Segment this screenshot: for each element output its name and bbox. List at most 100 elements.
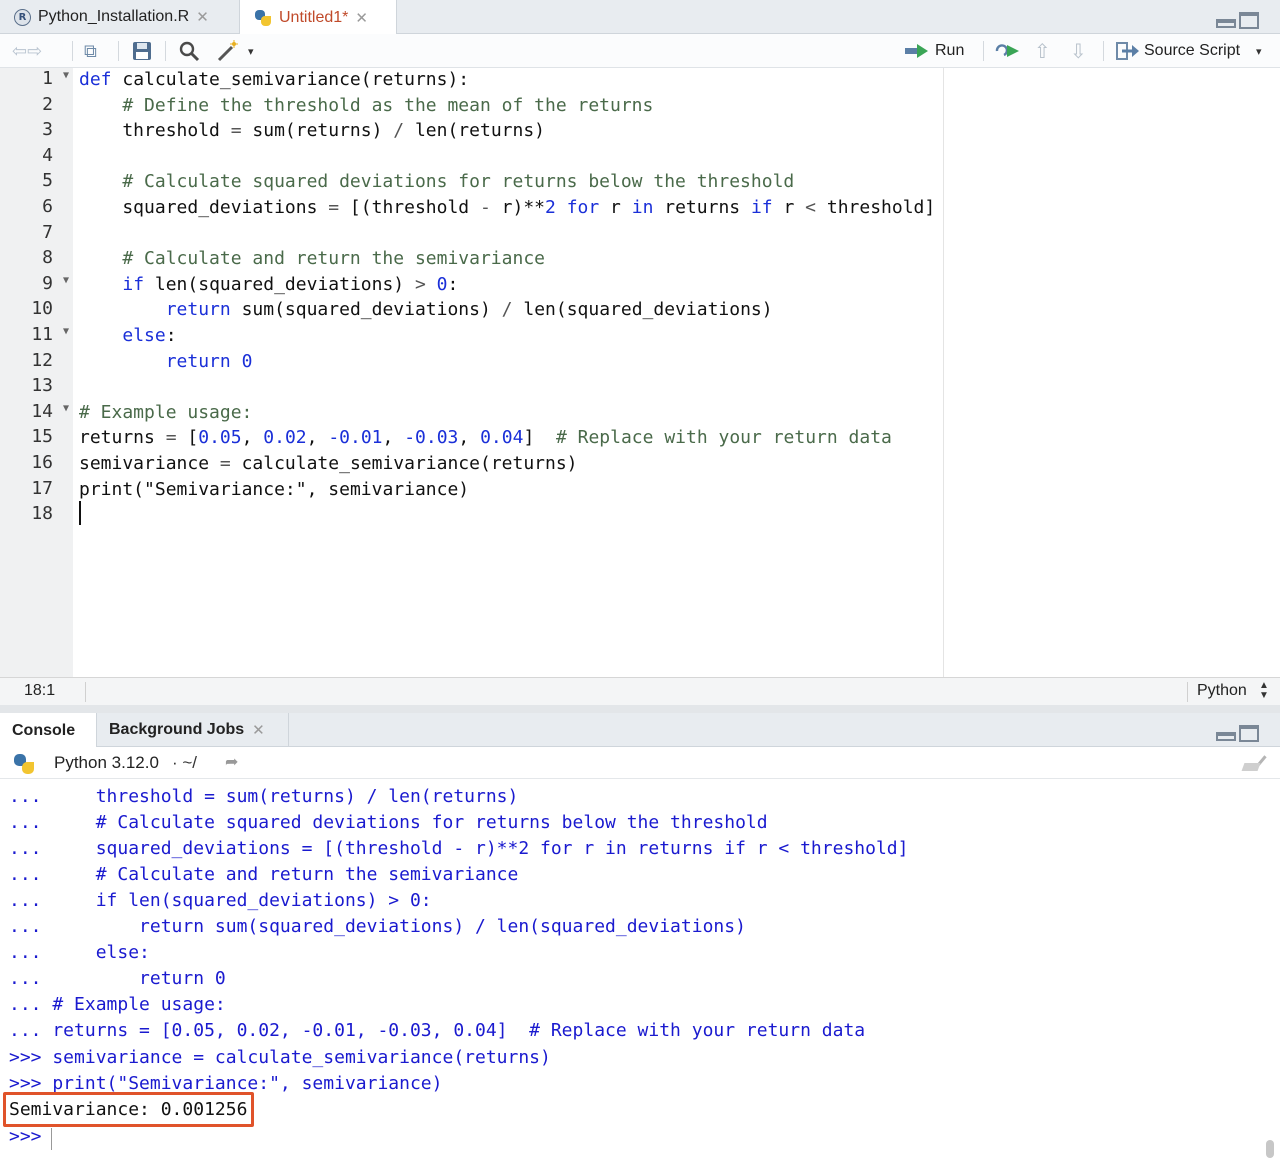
working-directory: · ~/ bbox=[172, 753, 198, 772]
code-line: semivariance = calculate_semivariance(re… bbox=[79, 453, 578, 474]
save-icon bbox=[133, 42, 151, 60]
pane-window-controls bbox=[1216, 725, 1259, 742]
rerun-icon bbox=[995, 44, 1019, 57]
tab-background-jobs[interactable]: Background Jobs ✕ bbox=[97, 713, 289, 747]
code-tools-button[interactable]: ▾ bbox=[216, 34, 254, 68]
run-button[interactable]: Run bbox=[905, 34, 964, 68]
console-line: ... if len(squared_deviations) > 0: bbox=[9, 890, 432, 911]
fold-toggle-icon[interactable]: ▼ bbox=[63, 275, 69, 286]
source-editor-pane: R Python_Installation.R ✕ Untitled1* ✕ ⇦… bbox=[0, 0, 1280, 705]
rerun-button[interactable] bbox=[995, 34, 1021, 68]
close-icon[interactable]: ✕ bbox=[252, 721, 265, 739]
close-icon[interactable]: ✕ bbox=[196, 8, 209, 26]
pane-window-controls bbox=[1216, 12, 1259, 29]
print-margin bbox=[943, 68, 944, 677]
line-number: 9 ▼ bbox=[0, 273, 73, 299]
editor-tab-bar: R Python_Installation.R ✕ Untitled1* ✕ bbox=[0, 0, 1280, 35]
tab-python-installation-r[interactable]: R Python_Installation.R ✕ bbox=[0, 0, 240, 34]
tab-label: Console bbox=[12, 721, 76, 739]
maximize-pane-icon[interactable] bbox=[1239, 12, 1259, 29]
line-number-text: 17 bbox=[31, 477, 53, 499]
tab-label: Untitled1* bbox=[279, 8, 349, 26]
code-line: print("Semivariance:", semivariance) bbox=[79, 478, 470, 500]
go-up-icon[interactable]: ⇧ bbox=[1034, 34, 1051, 68]
line-number: 7 bbox=[0, 222, 73, 248]
line-number: 13 bbox=[0, 375, 73, 401]
tab-label: Python_Installation.R bbox=[38, 8, 190, 25]
code-line: threshold = sum(returns) / len(returns) bbox=[79, 120, 546, 142]
line-number: 11 ▼ bbox=[0, 324, 73, 350]
code-line: squared_deviations = [(threshold - r)**2… bbox=[79, 197, 936, 218]
result-highlight-box bbox=[3, 1092, 254, 1127]
line-number: 18 bbox=[0, 503, 73, 529]
magic-wand-icon bbox=[217, 40, 238, 62]
line-number: 1 ▼ bbox=[0, 68, 73, 94]
console-line: ... threshold = sum(returns) / len(retur… bbox=[9, 786, 519, 807]
line-number-text: 8 bbox=[42, 247, 53, 269]
line-number-text: 1 bbox=[42, 68, 53, 89]
pane-splitter[interactable] bbox=[0, 705, 1280, 713]
line-number: 5 bbox=[0, 170, 73, 196]
chevron-updown-icon[interactable]: ▲ ▼ bbox=[1259, 681, 1269, 701]
code-line: return sum(squared_deviations) / len(squ… bbox=[165, 299, 773, 321]
line-number: 4 bbox=[0, 145, 73, 171]
console-info-bar: Python 3.12.0 · ~/ ➦ bbox=[0, 747, 1280, 779]
python-icon bbox=[13, 753, 35, 775]
save-button[interactable] bbox=[132, 34, 152, 68]
run-label: Run bbox=[935, 42, 965, 59]
cursor-position[interactable]: 18:1 bbox=[24, 682, 55, 700]
chevron-down-icon[interactable]: ▾ bbox=[1256, 45, 1262, 58]
show-in-window-icon[interactable]: ⧉ bbox=[84, 34, 97, 68]
line-number: 15 bbox=[0, 426, 73, 452]
line-number: 6 bbox=[0, 196, 73, 222]
code-line: def calculate_semivariance(returns): bbox=[79, 69, 470, 90]
code-line: if len(squared_deviations) > 0: bbox=[122, 273, 459, 295]
code-line: # Calculate squared deviations for retur… bbox=[79, 171, 795, 193]
minimize-pane-icon[interactable] bbox=[1216, 19, 1236, 28]
text-cursor bbox=[79, 501, 81, 525]
line-number-text: 15 bbox=[31, 426, 53, 448]
console-line: ... return sum(squared_deviations) / len… bbox=[9, 916, 746, 937]
go-down-icon[interactable]: ⇩ bbox=[1070, 34, 1087, 68]
code-line: # Calculate and return the semivariance bbox=[79, 248, 545, 270]
line-number-text: 9 bbox=[42, 272, 53, 294]
source-icon bbox=[1116, 42, 1139, 60]
code-line: else: bbox=[122, 325, 177, 346]
console-scrollbar[interactable] bbox=[1266, 1140, 1274, 1158]
language-selector[interactable]: Python bbox=[1197, 682, 1247, 700]
interpreter-version: Python 3.12.0 bbox=[54, 753, 159, 772]
line-number: 12 bbox=[0, 350, 73, 376]
console-line: ... else: bbox=[9, 942, 150, 963]
minimize-pane-icon[interactable] bbox=[1216, 732, 1236, 741]
clear-console-icon[interactable] bbox=[1241, 753, 1269, 773]
tab-label: Background Jobs bbox=[109, 721, 245, 738]
r-file-icon: R bbox=[14, 8, 31, 26]
code-line: # Example usage: bbox=[79, 401, 253, 423]
source-script-button[interactable]: Source Script ▾ bbox=[1116, 34, 1262, 68]
back-forward-icon[interactable]: ⇦⇨ bbox=[12, 34, 42, 68]
console-cursor bbox=[51, 1128, 52, 1150]
fold-toggle-icon[interactable]: ▼ bbox=[63, 70, 69, 81]
line-number: 14 ▼ bbox=[0, 401, 73, 427]
line-number: 16 bbox=[0, 452, 73, 478]
console-line: ... # Calculate and return the semivaria… bbox=[9, 864, 519, 885]
line-number-text: 6 bbox=[42, 196, 53, 217]
tab-untitled1[interactable]: Untitled1* ✕ bbox=[240, 0, 397, 35]
close-icon[interactable]: ✕ bbox=[355, 9, 368, 27]
line-number-text: 14 bbox=[31, 400, 53, 422]
tab-console[interactable]: Console bbox=[0, 713, 97, 748]
go-to-directory-icon[interactable]: ➦ bbox=[225, 752, 238, 772]
line-number: 3 bbox=[0, 119, 73, 145]
line-number-text: 11 bbox=[31, 324, 53, 345]
console-line: ... squared_deviations = [(threshold - r… bbox=[9, 838, 909, 859]
maximize-pane-icon[interactable] bbox=[1239, 725, 1259, 742]
fold-toggle-icon[interactable]: ▼ bbox=[63, 403, 69, 414]
line-number-text: 5 bbox=[42, 170, 53, 192]
console-prompt[interactable]: >>> bbox=[9, 1124, 42, 1150]
line-number-text: 10 bbox=[31, 298, 53, 320]
code-editor-area[interactable] bbox=[73, 68, 1280, 677]
fold-toggle-icon[interactable]: ▼ bbox=[63, 326, 69, 337]
find-button[interactable] bbox=[178, 34, 200, 68]
line-number-text: 13 bbox=[31, 375, 53, 397]
code-line: returns = [0.05, 0.02, -0.01, -0.03, 0.0… bbox=[79, 427, 892, 449]
